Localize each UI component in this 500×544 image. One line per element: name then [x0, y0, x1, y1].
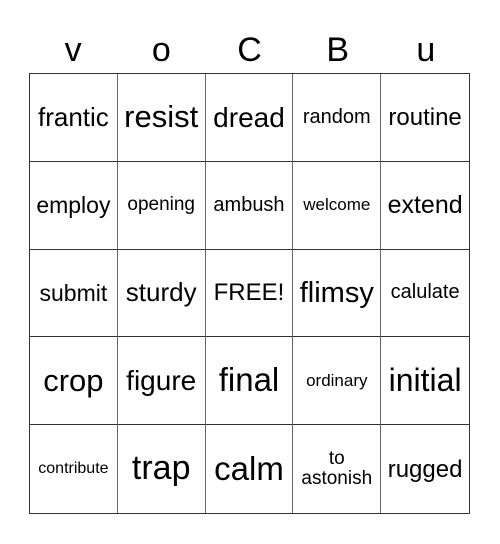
- cell-word: extend: [387, 191, 463, 220]
- cell-word: flimsy: [299, 276, 374, 309]
- bingo-cell[interactable]: opening: [117, 161, 206, 250]
- bingo-cell[interactable]: figure: [117, 337, 206, 426]
- header-letter: o: [151, 31, 171, 69]
- bingo-cell[interactable]: to astonish: [293, 425, 382, 513]
- bingo-cell[interactable]: calulate: [381, 250, 469, 338]
- bingo-cell[interactable]: calm: [206, 425, 294, 513]
- bingo-cell[interactable]: flimsy: [293, 249, 382, 338]
- bingo-cell[interactable]: welcome: [293, 161, 382, 250]
- bingo-cell[interactable]: ambush: [205, 161, 294, 250]
- cell-word: initial: [388, 361, 462, 398]
- cell-word: calm: [214, 449, 284, 487]
- bingo-cell[interactable]: rugged: [381, 425, 469, 513]
- cell-word: rugged: [387, 455, 463, 483]
- bingo-cell[interactable]: ordinary: [293, 337, 382, 426]
- bingo-cell[interactable]: employ: [30, 161, 118, 250]
- bingo-cell[interactable]: contribute: [30, 425, 118, 513]
- bingo-cell[interactable]: extend: [381, 162, 469, 250]
- bingo-cell[interactable]: initial: [381, 337, 469, 426]
- bingo-cell[interactable]: final: [205, 337, 294, 426]
- cell-word: routine: [388, 103, 462, 131]
- cell-word: contribute: [38, 459, 109, 477]
- bingo-cell[interactable]: submit: [30, 249, 118, 338]
- bingo-cell[interactable]: dread: [205, 74, 294, 162]
- cell-word: trap: [131, 449, 191, 488]
- bingo-card-grid: frantic resist dread random routine employ ope…: [29, 73, 470, 514]
- cell-word: resist: [124, 99, 199, 135]
- bingo-cell[interactable]: frantic: [30, 74, 118, 162]
- cell-word: dread: [213, 101, 285, 133]
- bingo-cell[interactable]: resist: [117, 74, 206, 162]
- cell-word: sturdy: [125, 277, 197, 308]
- bingo-cell[interactable]: routine: [381, 74, 469, 162]
- cell-word: crop: [43, 362, 104, 398]
- cell-word: to astonish: [301, 448, 373, 490]
- bingo-cell[interactable]: trap: [118, 425, 206, 513]
- cell-word: calulate: [390, 281, 460, 304]
- header-letter: C: [237, 31, 262, 69]
- header-letter: u: [416, 31, 436, 69]
- cell-word: final: [218, 361, 280, 399]
- cell-word: ambush: [213, 193, 285, 216]
- bingo-cell[interactable]: sturdy: [117, 249, 206, 338]
- cell-word: opening: [127, 194, 195, 216]
- cell-word: figure: [126, 365, 197, 397]
- cell-word: employ: [36, 192, 111, 219]
- cell-word: submit: [39, 279, 108, 306]
- bingo-header: v o C B u: [29, 28, 470, 72]
- cell-word: FREE!: [213, 279, 285, 307]
- bingo-cell[interactable]: FREE!: [205, 249, 294, 338]
- header-letter: B: [326, 31, 349, 69]
- cell-word: frantic: [37, 101, 109, 132]
- bingo-cell[interactable]: random: [293, 74, 382, 162]
- bingo-cell[interactable]: crop: [30, 337, 118, 426]
- header-letter: v: [64, 31, 82, 69]
- cell-word: random: [302, 105, 371, 128]
- cell-word: welcome: [303, 195, 371, 215]
- cell-word: ordinary: [306, 370, 368, 390]
